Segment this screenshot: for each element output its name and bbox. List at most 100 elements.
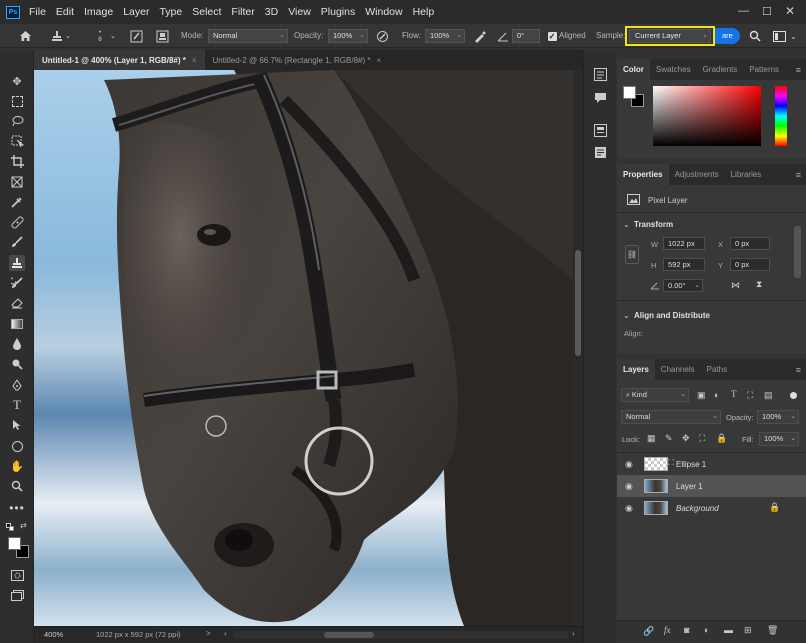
lock-position-icon[interactable]: ✥	[682, 433, 690, 444]
layer-filter-select[interactable]: ⌕ Kind ⌄	[621, 388, 689, 402]
color-field[interactable]	[653, 86, 761, 146]
marquee-tool-icon[interactable]	[9, 93, 25, 109]
libraries-icon[interactable]	[594, 124, 607, 139]
type-tool-icon[interactable]: T	[9, 397, 25, 413]
search-icon[interactable]	[748, 28, 762, 44]
clone-stamp-tool-icon[interactable]	[9, 255, 25, 271]
close-window-icon[interactable]: ✕	[785, 4, 795, 18]
object-selection-tool-icon[interactable]	[9, 133, 25, 149]
eyedropper-tool-icon[interactable]	[9, 194, 25, 210]
filter-pixel-icon[interactable]: ▣	[697, 390, 706, 401]
horizontal-scrollbar[interactable]	[234, 631, 569, 639]
mask-icon[interactable]: ◙	[684, 625, 689, 635]
tab-gradients[interactable]: Gradients	[697, 59, 744, 80]
x-field[interactable]: 0 px	[730, 237, 770, 250]
eraser-tool-icon[interactable]	[9, 295, 25, 311]
layer-row-ellipse-1[interactable]: ◉ ⛶ Ellipse 1	[617, 453, 806, 475]
menu-file[interactable]: File	[29, 6, 46, 18]
history-icon[interactable]	[594, 68, 607, 83]
layer-row-background[interactable]: ◉ Background 🔒	[617, 497, 806, 519]
comments-icon[interactable]	[594, 92, 607, 106]
menu-edit[interactable]: Edit	[56, 6, 74, 18]
document-canvas[interactable]	[34, 70, 573, 626]
brush-tool-icon[interactable]	[9, 234, 25, 250]
adjustment-icon[interactable]: ◐	[704, 625, 709, 635]
close-tab-icon[interactable]: ×	[192, 56, 197, 65]
tab-color[interactable]: Color	[617, 59, 650, 80]
healing-brush-tool-icon[interactable]	[9, 214, 25, 230]
foreground-background-colors[interactable]	[8, 537, 30, 559]
scroll-left-icon[interactable]: ‹	[224, 629, 227, 638]
menu-type[interactable]: Type	[159, 6, 182, 18]
link-dimensions-icon[interactable]: ⛓	[625, 245, 639, 264]
trash-icon[interactable]: 🗑	[767, 625, 778, 636]
height-field[interactable]: 592 px	[663, 258, 705, 271]
horse-photo[interactable]	[34, 70, 573, 626]
more-tools-icon[interactable]: •••	[9, 500, 25, 516]
visibility-eye-icon[interactable]: ◉	[625, 459, 633, 470]
tab-adjustments[interactable]: Adjustments	[669, 164, 725, 185]
filter-toggle-icon[interactable]	[790, 392, 797, 399]
panel-menu-icon[interactable]: ≡	[796, 365, 801, 375]
toggle-brush-settings-icon[interactable]	[128, 28, 144, 44]
menu-window[interactable]: Window	[365, 6, 402, 18]
swap-colors-icon[interactable]: ⇄	[20, 521, 27, 530]
foreground-color-swatch[interactable]	[623, 86, 636, 99]
hand-tool-icon[interactable]: ✋	[9, 458, 25, 474]
scroll-right-icon[interactable]: ›	[572, 629, 575, 638]
filter-smart-object-icon[interactable]: ▤	[764, 390, 773, 401]
brush-size-chevron-icon[interactable]: ⌄	[110, 28, 116, 44]
minimize-icon[interactable]: —	[738, 5, 749, 17]
filter-adjustment-icon[interactable]: ◐	[714, 390, 719, 400]
foreground-color-swatch[interactable]	[8, 537, 21, 550]
y-field[interactable]: 0 px	[730, 258, 770, 271]
history-brush-tool-icon[interactable]	[9, 275, 25, 291]
brush-size-picker[interactable]: • 6	[92, 28, 108, 44]
pressure-opacity-icon[interactable]	[374, 28, 390, 44]
notes-icon[interactable]	[594, 146, 607, 161]
link-icon[interactable]: 🔗	[643, 626, 654, 637]
layer-name[interactable]: Layer 1	[676, 482, 703, 491]
screen-mode-icon[interactable]	[9, 587, 25, 603]
vertical-scrollbar[interactable]	[573, 70, 583, 626]
quick-mask-icon[interactable]	[9, 567, 25, 583]
lasso-tool-icon[interactable]	[9, 113, 25, 129]
visibility-eye-icon[interactable]: ◉	[625, 481, 633, 492]
menu-image[interactable]: Image	[84, 6, 113, 18]
layer-row-layer-1[interactable]: ◉ Layer 1	[617, 475, 806, 497]
workspace-icon[interactable]	[772, 28, 786, 44]
tab-paths[interactable]: Paths	[701, 359, 733, 380]
tab-untitled-1[interactable]: Untitled-1 @ 400% (Layer 1, RGB/8#) * ×	[34, 50, 205, 70]
status-menu-arrow[interactable]: >	[206, 629, 211, 638]
color-fg-bg-swatches[interactable]	[623, 86, 645, 108]
scroll-thumb[interactable]	[575, 250, 581, 356]
aligned-checkbox[interactable]: ✓	[546, 28, 558, 44]
dodge-tool-icon[interactable]	[9, 356, 25, 372]
menu-help[interactable]: Help	[413, 6, 435, 18]
hue-slider[interactable]	[775, 86, 787, 146]
tab-swatches[interactable]: Swatches	[650, 59, 697, 80]
gradient-tool-icon[interactable]	[9, 316, 25, 332]
angle-field[interactable]: 0.00° ⌄	[663, 279, 703, 292]
panel-menu-icon[interactable]: ≡	[796, 170, 801, 180]
tab-properties[interactable]: Properties	[617, 164, 669, 185]
properties-scroll-thumb[interactable]	[794, 226, 801, 278]
default-colors-icon[interactable]	[6, 523, 14, 531]
lock-image-icon[interactable]: ✎	[665, 433, 673, 444]
chevron-down-icon[interactable]: ⌄	[623, 311, 630, 320]
menu-view[interactable]: View	[288, 6, 311, 18]
tab-layers[interactable]: Layers	[617, 359, 655, 380]
sample-select[interactable]: Current Layer ⌄	[629, 29, 711, 43]
panel-menu-icon[interactable]: ≡	[796, 65, 801, 75]
close-tab-icon[interactable]: ×	[377, 56, 382, 65]
menu-3d[interactable]: 3D	[265, 6, 278, 18]
tab-libraries[interactable]: Libraries	[725, 164, 768, 185]
opacity-field[interactable]: 100% ⌄	[328, 29, 368, 43]
lock-artboard-icon[interactable]: ⛶	[699, 433, 705, 444]
layer-opacity-field[interactable]: 100% ⌄	[757, 410, 799, 424]
layer-name[interactable]: Ellipse 1	[676, 460, 706, 469]
path-selection-tool-icon[interactable]	[9, 417, 25, 433]
zoom-level[interactable]: 400%	[44, 630, 63, 639]
filter-shape-icon[interactable]: ⛶	[747, 390, 753, 401]
maximize-icon[interactable]: ☐	[762, 5, 772, 18]
